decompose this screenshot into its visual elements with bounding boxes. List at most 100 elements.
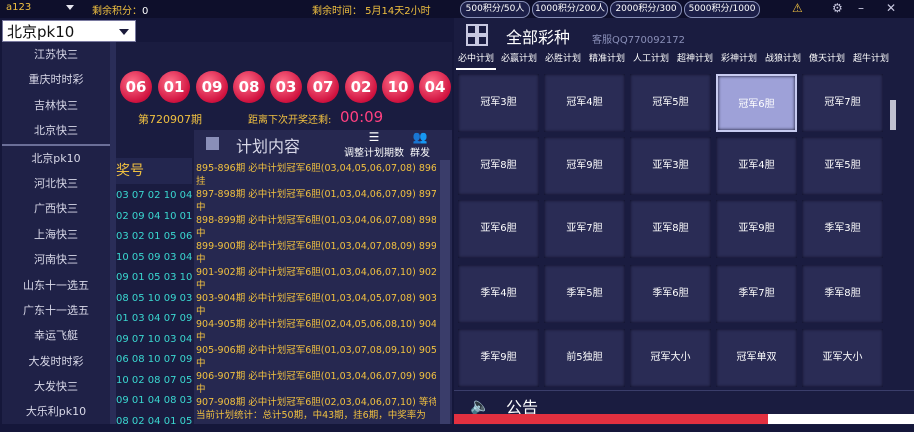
gear-icon[interactable]: ⚙	[832, 1, 843, 15]
lottery-option[interactable]: 幸运飞艇	[2, 323, 110, 348]
plan-cell[interactable]: 亚军5胆	[802, 137, 883, 195]
plan-line: 895-896期 必中计划冠军6胆(03,04,05,06,07,08) 896…	[196, 162, 436, 175]
package-button-1000[interactable]: 1000积分/200人	[532, 1, 608, 18]
announcement-banner-blank	[768, 414, 914, 424]
tab-plan[interactable]: 必中计划	[456, 50, 496, 70]
all-lottery-title: 全部彩种	[506, 24, 570, 48]
plan-cell[interactable]: 亚军9胆	[716, 200, 797, 258]
issue-number: 第720907期	[138, 111, 202, 127]
plan-line: 905-906期 必中计划冠军6胆(01,03,07,08,09,10) 905…	[196, 344, 436, 357]
plan-line: 906-907期 必中计划冠军6胆(01,03,04,06,07,09) 906…	[196, 370, 436, 383]
adjust-plan-button[interactable]: ☰ 调整计划期数	[344, 130, 404, 159]
lottery-option[interactable]: 重庆时时彩	[2, 67, 110, 92]
chevron-down-icon[interactable]	[119, 29, 129, 35]
username[interactable]: a123	[6, 2, 31, 13]
plan-cell[interactable]: 季军8胆	[802, 265, 883, 323]
plan-cell[interactable]: 亚军大小	[802, 329, 883, 387]
adjust-plan-label: 调整计划期数	[344, 144, 404, 159]
award-row: 02 09 04 10 01	[116, 207, 192, 228]
award-row: 03 07 02 10 04	[116, 186, 192, 207]
sliders-icon: ☰	[344, 130, 404, 144]
lottery-option[interactable]: 上海快三	[2, 222, 110, 247]
points-display: 剩余积分：0	[92, 2, 148, 17]
result-ball: 06	[120, 71, 152, 103]
lottery-option[interactable]: 江苏快三	[2, 42, 110, 67]
plan-cell[interactable]: 冠军8胆	[458, 137, 539, 195]
award-number-list: 03 07 02 10 04 02 09 04 10 01 03 02 01 0…	[116, 186, 192, 432]
plan-title: 计划内容	[236, 133, 300, 157]
plan-scrollbar[interactable]	[440, 160, 450, 424]
customer-service-qq: 客服QQ770092172	[592, 31, 685, 46]
tab-plan[interactable]: 人工计划	[630, 50, 672, 68]
plan-cell[interactable]: 亚军7胆	[544, 200, 625, 258]
plan-line: 898-899期 必中计划冠军6胆(01,03,04,06,07,08) 898…	[196, 214, 436, 227]
award-row: 09 07 10 03 04	[116, 330, 192, 351]
lottery-option[interactable]: 大发快三	[2, 374, 110, 399]
plan-cell[interactable]: 季军7胆	[716, 265, 797, 323]
plan-line: 897-898期 必中计划冠军6胆(01,03,04,06,07,09) 897…	[196, 188, 436, 201]
close-icon[interactable]: ✕	[886, 1, 896, 15]
plan-cell[interactable]: 亚军4胆	[716, 137, 797, 195]
package-button-500[interactable]: 500积分/50人	[460, 1, 530, 18]
tab-plan[interactable]: 战狼计划	[762, 50, 804, 68]
plan-line-result: 中	[196, 305, 436, 318]
lottery-option[interactable]: 大乐利pk10	[2, 399, 110, 424]
countdown-label: 距离下次开奖还剩:	[248, 111, 331, 126]
tab-plan[interactable]: 彩神计划	[718, 50, 760, 68]
plan-line: 907-908期 必中计划冠军6胆(02,03,04,06,07,10) 等待2	[196, 396, 436, 409]
plan-cell[interactable]: 季军9胆	[458, 329, 539, 387]
tab-plan[interactable]: 超牛计划	[850, 50, 892, 68]
plan-cell[interactable]: 冠军5胆	[630, 74, 711, 132]
plan-cell[interactable]: 亚军6胆	[458, 200, 539, 258]
lottery-option[interactable]: 吉林快三	[2, 93, 110, 118]
award-row: 09 01 05 03 10	[116, 268, 192, 289]
group-send-label: 群发	[410, 144, 430, 159]
tab-plan[interactable]: 超神计划	[674, 50, 716, 68]
package-button-2000[interactable]: 2000积分/300人	[610, 1, 682, 18]
plan-cell[interactable]: 冠军大小	[630, 329, 711, 387]
plan-line-result: 中	[196, 253, 436, 266]
lottery-option[interactable]: 山东十一选五	[2, 273, 110, 298]
plan-cell[interactable]: 亚军3胆	[630, 137, 711, 195]
plan-cell[interactable]: 冠军4胆	[544, 74, 625, 132]
plan-cell[interactable]: 亚军8胆	[630, 200, 711, 258]
dropdown-scrollbar[interactable]	[110, 42, 116, 424]
minimize-icon[interactable]: –	[858, 1, 864, 15]
grid-scrollbar[interactable]	[890, 100, 896, 130]
tab-plan[interactable]: 必胜计划	[542, 50, 584, 68]
award-row: 03 02 01 05 06	[116, 227, 192, 248]
plan-line-result: 中	[196, 383, 436, 396]
lottery-option[interactable]: 北京快三	[2, 118, 110, 143]
award-row: 09 01 04 08 03	[116, 391, 192, 412]
plan-line-result: 中	[196, 201, 436, 214]
lottery-option-selected[interactable]: 北京pk10	[2, 144, 110, 171]
lottery-option[interactable]: 广东十一选五	[2, 298, 110, 323]
plan-cell[interactable]: 冠军3胆	[458, 74, 539, 132]
plan-cell[interactable]: 冠军7胆	[802, 74, 883, 132]
plan-cell-selected[interactable]: 冠军6胆	[716, 74, 797, 132]
plan-cell[interactable]: 前5独胆	[544, 329, 625, 387]
result-ball: 07	[307, 71, 339, 103]
result-ball: 03	[270, 71, 302, 103]
tab-plan[interactable]: 傲天计划	[806, 50, 848, 68]
award-row: 08 05 10 09 03	[116, 289, 192, 310]
lottery-option[interactable]: 河北快三	[2, 171, 110, 196]
result-ball: 04	[419, 71, 451, 103]
lottery-option[interactable]: 广西快三	[2, 196, 110, 221]
lottery-option[interactable]: 大发时时彩	[2, 349, 110, 374]
warning-icon[interactable]: ⚠	[792, 1, 803, 15]
plan-cell[interactable]: 季军5胆	[544, 265, 625, 323]
user-chevron-down-icon[interactable]	[66, 5, 74, 10]
tab-plan[interactable]: 必赢计划	[498, 50, 540, 68]
plan-cell[interactable]: 冠军单双	[716, 329, 797, 387]
plan-cell[interactable]: 季军4胆	[458, 265, 539, 323]
plan-cell[interactable]: 冠军9胆	[544, 137, 625, 195]
tab-plan[interactable]: 精准计划	[586, 50, 628, 68]
lottery-option[interactable]: 河南快三	[2, 247, 110, 272]
lottery-select-value: 北京pk10	[7, 23, 74, 41]
group-send-button[interactable]: 👥 群发	[410, 130, 430, 159]
lottery-select[interactable]: 北京pk10	[2, 20, 136, 42]
plan-cell[interactable]: 季军6胆	[630, 265, 711, 323]
package-button-5000[interactable]: 5000积分/1000人	[684, 1, 760, 18]
plan-cell[interactable]: 季军3胆	[802, 200, 883, 258]
